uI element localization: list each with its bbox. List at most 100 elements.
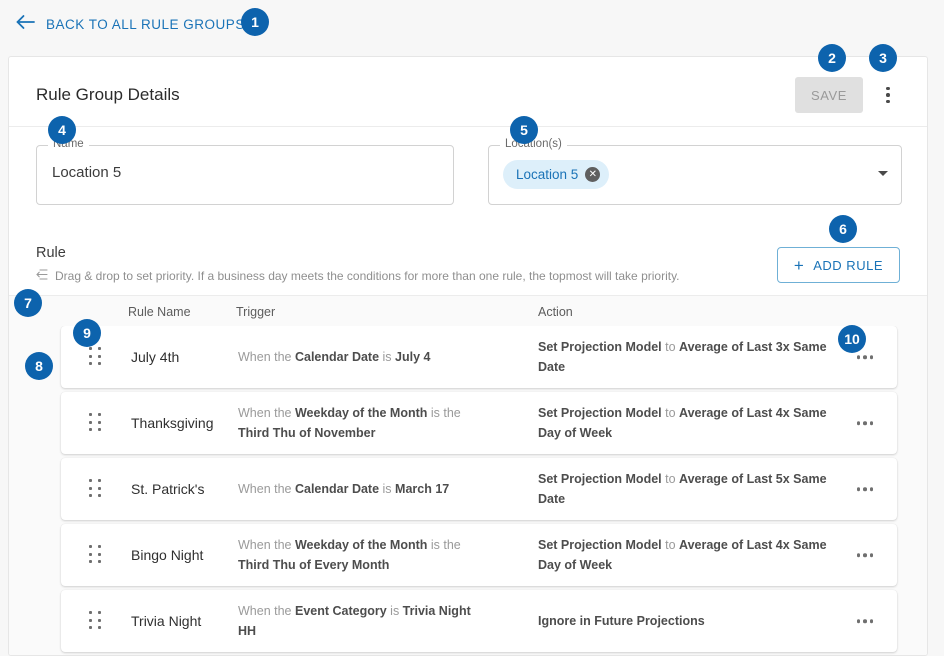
dot [98,552,101,556]
dot [886,99,890,104]
rule-trigger-cell: When the Calendar Date is March 17 [238,482,450,496]
dot [98,545,101,548]
dot [89,618,92,622]
dot [89,611,92,614]
row-more-horizontal-icon[interactable] [851,415,880,431]
dot [89,479,92,482]
table-row[interactable]: Thanksgiving When the Weekday of the Mont… [61,392,897,454]
drag-priority-icon [36,267,48,285]
table-row[interactable]: July 4th When the Calendar Date is July 4… [61,326,897,388]
dot [863,355,867,359]
row-more-horizontal-icon[interactable] [851,481,880,497]
dot [886,93,890,97]
dot [89,413,92,416]
close-circle-icon[interactable]: ✕ [585,167,601,182]
dot [89,626,92,630]
dot [98,347,101,350]
callout-badge-10: 10 [838,325,866,353]
dot [89,347,92,350]
rule-trigger-cell: When the Calendar Date is July 4 [238,350,431,364]
drag-handle-icon[interactable] [89,545,103,565]
callout-badge-7: 7 [14,289,42,317]
dot [856,619,860,623]
column-header-action: Action [538,305,573,319]
name-input-value[interactable]: Location 5 [52,164,121,181]
callout-badge-1: 1 [241,8,269,36]
dot [863,421,867,425]
rule-hint-row: Drag & drop to set priority. If a busine… [36,267,680,285]
table-row[interactable]: St. Patrick's When the Calendar Date is M… [61,458,897,520]
row-more-horizontal-icon[interactable] [851,547,880,563]
rule-hint-text: Drag & drop to set priority. If a busine… [55,269,680,283]
dot [98,626,101,630]
card-header: Rule Group Details SAVE [9,57,927,127]
name-field[interactable]: Name Location 5 [36,138,454,205]
plus-icon: + [793,255,805,275]
table-row[interactable]: Trivia Night When the Event Category is T… [61,590,897,652]
location-chip-label: Location 5 [516,167,579,182]
back-link-label: BACK TO ALL RULE GROUPS [46,16,245,32]
callout-badge-4: 4 [48,116,76,144]
rule-action-cell: Set Projection Model to Average of Last … [538,538,827,572]
dot [98,420,101,424]
drag-handle-icon[interactable] [89,479,103,499]
back-to-all-rule-groups-link[interactable]: BACK TO ALL RULE GROUPS [16,14,245,35]
rule-section-heading: Rule [36,245,66,261]
dot [89,545,92,548]
callout-badge-5: 5 [510,116,538,144]
more-vertical-icon[interactable] [873,79,903,111]
dot [98,428,101,432]
dot [869,421,873,425]
dot [89,494,92,498]
rules-table: Rule Name Trigger Action July 4th When th… [9,295,927,655]
dot [98,354,101,358]
rules-table-header: Rule Name Trigger Action [9,296,927,326]
callout-badge-3: 3 [869,44,897,72]
column-header-trigger: Trigger [236,305,276,319]
dot [98,494,101,498]
rule-name-cell: Trivia Night [131,613,202,629]
dot [98,560,101,564]
top-bar: BACK TO ALL RULE GROUPS [0,0,944,48]
dot [98,413,101,416]
dot [89,486,92,490]
column-header-rule-name: Rule Name [128,305,191,319]
rule-name-cell: Bingo Night [131,547,204,563]
dot [89,560,92,564]
arrow-left-icon [16,14,36,35]
dot [886,86,890,91]
rule-action-cell: Set Projection Model to Average of Last … [538,406,827,440]
callout-badge-9: 9 [73,319,101,347]
drag-handle-icon[interactable] [89,413,103,433]
dot [98,618,101,622]
callout-badge-2: 2 [818,44,846,72]
dot [89,354,92,358]
add-rule-button[interactable]: + ADD RULE [776,247,900,283]
table-row[interactable]: Bingo Night When the Weekday of the Month… [61,524,897,586]
callout-badge-6: 6 [829,215,857,243]
dot [89,552,92,556]
dot [863,487,867,491]
dot [856,487,860,491]
locations-field[interactable]: Location(s) Location 5 ✕ [488,138,902,205]
drag-handle-icon[interactable] [89,611,103,631]
dot [856,553,860,557]
dot [869,355,873,359]
dot [869,487,873,491]
drag-handle-icon[interactable] [89,347,103,367]
rule-action-cell: Ignore in Future Projections [538,614,705,628]
dot [89,362,92,366]
chevron-down-icon[interactable] [878,171,888,176]
rule-action-cell: Set Projection Model to Average of Last … [538,472,827,506]
callout-badge-8: 8 [25,352,53,380]
dot [98,486,101,490]
add-rule-label: ADD RULE [813,257,883,273]
location-chip[interactable]: Location 5 ✕ [503,160,610,189]
rule-name-cell: July 4th [131,349,180,365]
save-button[interactable]: SAVE [795,77,863,113]
dot [863,619,867,623]
rule-trigger-cell: When the Weekday of the Month is the Thi… [238,406,461,440]
rule-trigger-cell: When the Event Category is Trivia Night … [238,604,471,638]
row-more-horizontal-icon[interactable] [851,613,880,629]
dot [98,611,101,614]
